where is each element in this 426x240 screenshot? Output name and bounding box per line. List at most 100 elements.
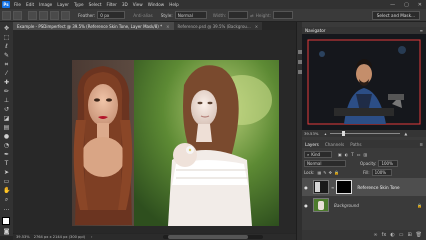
maximize-icon[interactable]: ▢ — [404, 2, 409, 8]
opacity-input[interactable]: 100% — [378, 159, 399, 167]
menu-edit[interactable]: Edit — [26, 2, 34, 7]
scrollbar-thumb[interactable] — [168, 235, 248, 239]
menu-file[interactable]: File — [14, 2, 21, 7]
status-arrow-icon[interactable]: › — [91, 235, 92, 239]
shape-icon[interactable]: ▭ — [3, 178, 10, 185]
subtract-selection-icon[interactable] — [50, 10, 59, 20]
blend-mode-select[interactable]: Normal — [304, 159, 346, 167]
width-input[interactable] — [228, 11, 249, 19]
menu-help[interactable]: Help — [169, 2, 179, 7]
zoom-out-icon[interactable]: ▴ — [324, 131, 326, 136]
zoom-in-icon[interactable]: ▲ — [404, 131, 407, 136]
filter-pixel-icon[interactable]: ▣ — [338, 152, 342, 157]
layer-mask-thumbnail[interactable] — [336, 180, 353, 194]
blur-icon[interactable]: ● — [3, 133, 10, 140]
filter-smart-icon[interactable]: ▥ — [364, 152, 368, 157]
delete-layer-icon[interactable]: 🗑 — [416, 232, 422, 238]
lasso-icon[interactable]: ℓ — [3, 43, 10, 50]
menu-image[interactable]: Image — [39, 2, 52, 7]
menu-window[interactable]: Window — [148, 2, 165, 7]
select-and-mask-button[interactable]: Select and Mask... — [371, 10, 420, 20]
pen-icon[interactable]: ✒ — [3, 151, 10, 158]
tab-channels[interactable]: Channels — [325, 142, 344, 147]
style-select[interactable]: Normal — [174, 11, 207, 19]
tab-reference-psd[interactable]: Reference.psd @ 39.5% (Backgrou... × — [173, 22, 263, 30]
gradient-icon[interactable]: ▤ — [3, 124, 10, 131]
lock-move-icon[interactable]: ✥ — [329, 170, 332, 175]
marquee-tool-preset-icon[interactable] — [13, 10, 22, 20]
zoom-slider-thumb[interactable] — [342, 131, 346, 136]
filter-shape-icon[interactable]: ▭ — [357, 152, 361, 157]
layer-name[interactable]: Background — [334, 203, 359, 208]
home-icon[interactable] — [2, 10, 11, 20]
feather-input[interactable]: 0 px — [97, 11, 126, 19]
tab-layers[interactable]: Layers — [305, 142, 319, 147]
options-bar: Feather: 0 px Anti-alias Style: Normal W… — [0, 9, 426, 22]
menu-type[interactable]: Type — [74, 2, 84, 7]
add-mask-icon[interactable]: ▭ — [399, 232, 404, 238]
height-input[interactable] — [273, 11, 294, 19]
lock-paint-icon[interactable]: ✎ — [323, 170, 326, 175]
more-tools-icon[interactable]: … — [3, 205, 10, 212]
layer-thumbnail — [313, 180, 329, 194]
foreground-color-swatch[interactable] — [2, 217, 10, 225]
new-selection-icon[interactable] — [28, 10, 37, 20]
hand-icon[interactable]: ✋ — [3, 187, 10, 194]
history-brush-icon[interactable]: ↺ — [3, 106, 10, 113]
close-tab-icon[interactable]: × — [255, 24, 258, 29]
lock-all-icon[interactable]: 🔒 — [334, 170, 339, 175]
visibility-eye-icon[interactable]: ● — [303, 203, 309, 208]
fx-icon[interactable]: fx — [382, 232, 387, 238]
menu-3d[interactable]: 3D — [122, 2, 128, 7]
visibility-eye-icon[interactable]: ● — [303, 185, 309, 190]
intersect-selection-icon[interactable] — [61, 10, 70, 20]
panel-menu-icon[interactable]: ≡ — [419, 142, 423, 147]
close-tab-icon[interactable]: × — [166, 24, 169, 29]
menu-select[interactable]: Select — [89, 2, 102, 7]
crop-icon[interactable]: ⌗ — [3, 61, 10, 68]
eyedropper-icon[interactable]: ⁄ — [3, 70, 10, 77]
fill-input[interactable]: 100% — [371, 168, 392, 176]
tab-paths[interactable]: Paths — [350, 142, 361, 147]
lock-pixels-icon[interactable]: ▦ — [317, 170, 321, 175]
quick-mask-icon[interactable]: ◙ — [3, 228, 10, 235]
healing-icon[interactable]: ✚ — [3, 79, 10, 86]
eraser-icon[interactable]: ◪ — [3, 115, 10, 122]
filter-type-icon[interactable]: T — [351, 152, 353, 157]
layer-row-reference-skin-tone[interactable]: ● ∞ Reference Skin Tone — [302, 178, 426, 196]
tab-example-psd[interactable]: Example - PSDimperfect @ 39.5% (Referenc… — [13, 22, 174, 30]
path-select-icon[interactable]: ➤ — [3, 169, 10, 176]
panel-menu-icon[interactable]: ≡ — [420, 28, 423, 33]
add-selection-icon[interactable] — [39, 10, 48, 20]
menu-view[interactable]: View — [133, 2, 143, 7]
zoom-icon[interactable]: ⌕ — [3, 196, 10, 203]
new-layer-icon[interactable]: ⊞ — [407, 232, 411, 238]
type-icon[interactable]: T — [3, 160, 10, 167]
document-canvas[interactable] — [72, 60, 279, 226]
menu-filter[interactable]: Filter — [106, 2, 116, 7]
navigator-thumbnail[interactable] — [302, 34, 426, 130]
marquee-icon[interactable]: ⬚ — [3, 34, 10, 41]
link-layers-icon[interactable]: ∞ — [373, 232, 377, 238]
navigator-title[interactable]: Navigator — [305, 28, 326, 33]
swap-icon[interactable]: ⇄ — [250, 13, 254, 18]
brush-icon[interactable]: ✏ — [3, 88, 10, 95]
zoom-slider[interactable] — [330, 131, 401, 136]
layer-row-background[interactable]: ● Background 🔒 — [302, 196, 426, 214]
quick-select-icon[interactable]: ✎ — [3, 52, 10, 59]
filter-adjust-icon[interactable]: ◐ — [345, 152, 349, 157]
kind-filter-select[interactable]: ⌕ Kind — [304, 150, 332, 158]
dodge-icon[interactable]: ◔ — [3, 142, 10, 149]
link-icon[interactable]: ∞ — [331, 185, 334, 190]
minimize-icon[interactable]: — — [390, 2, 395, 8]
layer-name[interactable]: Reference Skin Tone — [357, 185, 399, 190]
menu-layer[interactable]: Layer — [57, 2, 69, 7]
stamp-icon[interactable]: ⊥ — [3, 97, 10, 104]
status-zoom[interactable]: 39.53% — [16, 235, 30, 239]
antialias-label[interactable]: Anti-alias — [133, 13, 152, 18]
close-icon[interactable]: ✕ — [418, 2, 422, 8]
adjustment-layer-icon[interactable]: ◐ — [390, 232, 394, 238]
horizontal-scrollbar[interactable] — [163, 235, 263, 239]
move-icon[interactable]: ✥ — [3, 25, 10, 32]
navigator-zoom-value[interactable]: 39.53% — [304, 131, 318, 136]
